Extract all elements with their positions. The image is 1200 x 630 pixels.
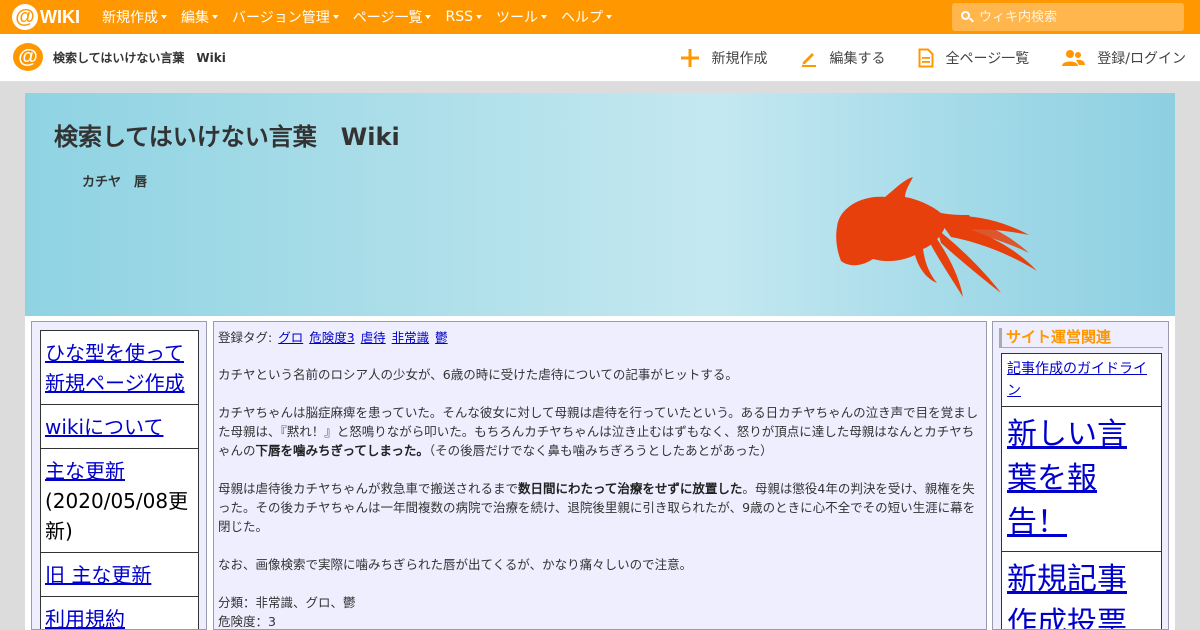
article-body: 登録タグ: グロ 危険度3 虐待 非常識 鬱 カチヤという名前のロシア人の少女が…	[213, 321, 987, 630]
menu-rss-label: RSS	[445, 9, 473, 25]
right-menu-item: 新規記事作成投票	[1001, 552, 1162, 629]
at-logo-icon: @	[12, 4, 38, 30]
caret-down-icon	[605, 15, 612, 19]
menu-rss[interactable]: RSS	[445, 7, 482, 27]
right-menu-item: 記事作成のガイドライン	[1001, 354, 1162, 407]
caret-down-icon	[540, 15, 547, 19]
left-menu-item: ひな型を使って新規ページ作成	[40, 331, 199, 405]
bold-text: 数日間にわたって治療をせずに放置した	[518, 481, 743, 496]
main-updates-link[interactable]: 主な更新	[45, 459, 125, 483]
wiki-search-box	[952, 3, 1184, 31]
plus-icon	[680, 49, 699, 67]
menu-pages-label: ページ一覧	[352, 10, 423, 26]
article-paragraph: なお、画像検索で実際に噛みちぎられた唇が出てくるが、かなり痛々しいので注意。	[218, 557, 693, 572]
wiki-header-banner: 検索してはいけない言葉 Wiki カチヤ 唇	[25, 93, 1175, 316]
right-menu-item: 新しい言葉を報告！	[1001, 407, 1162, 552]
site-bar: @ 検索してはいけない言葉 Wiki 新規作成 編集する 全ページ一覧 登録/ロ…	[0, 34, 1200, 82]
right-menu-panel: サイト運営関連 記事作成のガイドライン 新しい言葉を報告！ 新規記事作成投票	[992, 321, 1169, 630]
login-label: 登録/ログイン	[1097, 51, 1186, 67]
left-menu-item: 利用規約	[40, 597, 199, 629]
article-paragraph: カチヤちゃんは脳症麻痺を患っていた。そんな彼女に対して母親は虐待を行っていたとい…	[218, 403, 982, 460]
tag-list: 登録タグ: グロ 危険度3 虐待 非常識 鬱	[218, 328, 982, 347]
article-paragraph: カチヤという名前のロシア人の少女が、6歳の時に受けた虐待についての記事がヒットす…	[218, 367, 738, 382]
menu-help-label: ヘルプ	[560, 10, 603, 26]
users-icon	[1062, 50, 1086, 66]
wiki-title[interactable]: 検索してはいけない言葉 Wiki	[54, 117, 400, 152]
tag-link[interactable]: 虐待	[361, 330, 386, 345]
left-menu-panel: ひな型を使って新規ページ作成 wikiについて 主な更新 (2020/05/08…	[31, 321, 207, 630]
update-date-note: (2020/05/08更新)	[45, 489, 189, 543]
tag-link[interactable]: 非常識	[392, 330, 430, 345]
tag-link[interactable]: 危険度3	[309, 330, 354, 345]
about-wiki-link[interactable]: wikiについて	[45, 415, 163, 439]
menu-tools[interactable]: ツール	[496, 7, 547, 27]
paragraph-text: 母親は虐待後カチヤちゃんが救急車で搬送されるまで	[218, 481, 519, 496]
document-icon	[918, 48, 934, 68]
top-menu: 新規作成 編集 バージョン管理 ページ一覧 RSS ツール ヘルプ	[102, 7, 626, 27]
right-menu-heading: サイト運営関連	[999, 328, 1163, 348]
menu-edit-label: 編集	[181, 10, 209, 26]
left-menu: ひな型を使って新規ページ作成 wikiについて 主な更新 (2020/05/08…	[40, 330, 199, 629]
article-paragraph: 母親は虐待後カチヤちゃんが救急車で搬送されるまで数日間にわたって治療をせずに放置…	[218, 479, 982, 536]
menu-edit[interactable]: 編集	[181, 7, 218, 27]
new-page-label: 新規作成	[711, 51, 768, 67]
caret-down-icon	[212, 15, 218, 19]
search-input[interactable]	[979, 9, 1179, 25]
all-pages-label: 全ページ一覧	[945, 51, 1030, 67]
new-article-vote-link[interactable]: 新規記事作成投票	[1007, 562, 1127, 629]
menu-tools-label: ツール	[495, 10, 538, 26]
caret-down-icon	[475, 15, 482, 19]
edit-label: 編集する	[829, 51, 886, 67]
caret-down-icon	[425, 15, 432, 19]
category-line: 分類：非常識、グロ、鬱	[218, 595, 356, 610]
page-title: カチヤ 唇	[82, 175, 148, 190]
bold-text: 下唇を噛みちぎってしまった。	[255, 443, 429, 458]
caret-down-icon	[332, 15, 339, 19]
menu-new-label: 新規作成	[102, 10, 158, 26]
danger-level-line: 危険度：3	[218, 614, 276, 629]
old-updates-link[interactable]: 旧 主な更新	[45, 563, 151, 587]
tags-label: 登録タグ:	[218, 330, 273, 345]
menu-pages[interactable]: ページ一覧	[353, 7, 432, 27]
all-pages-button[interactable]: 全ページ一覧	[918, 48, 1030, 68]
left-menu-item: wikiについて	[40, 405, 199, 449]
top-bar: @ WIKI 新規作成 編集 バージョン管理 ページ一覧 RSS ツール ヘルプ	[0, 0, 1200, 34]
edit-button[interactable]: 編集する	[800, 48, 886, 68]
tag-link[interactable]: グロ	[278, 330, 303, 345]
right-menu: 記事作成のガイドライン 新しい言葉を報告！ 新規記事作成投票	[1001, 353, 1162, 629]
guideline-link[interactable]: 記事作成のガイドライン	[1007, 361, 1147, 399]
paragraph-text: （その後唇だけでなく鼻も噛みちぎろうとしたあとがあった）	[428, 443, 773, 458]
tag-link[interactable]: 鬱	[435, 330, 448, 345]
search-icon[interactable]	[961, 11, 974, 23]
menu-version[interactable]: バージョン管理	[232, 7, 339, 27]
menu-help[interactable]: ヘルプ	[561, 7, 612, 27]
goldfish-icon	[836, 177, 1037, 297]
site-name[interactable]: 検索してはいけない言葉 Wiki	[53, 49, 226, 66]
pencil-icon	[801, 53, 816, 67]
caret-down-icon	[161, 15, 167, 19]
template-new-page-link[interactable]: ひな型を使って新規ページ作成	[45, 341, 185, 395]
menu-new[interactable]: 新規作成	[102, 7, 167, 27]
report-word-link[interactable]: 新しい言葉を報告！	[1007, 417, 1127, 540]
atwiki-logo[interactable]: @ WIKI	[12, 0, 80, 34]
site-logo-icon[interactable]: @	[13, 42, 43, 73]
left-menu-item: 旧 主な更新	[40, 553, 199, 597]
login-button[interactable]: 登録/ログイン	[1061, 48, 1186, 68]
new-page-button[interactable]: 新規作成	[680, 48, 768, 68]
terms-link[interactable]: 利用規約	[45, 607, 125, 629]
site-actions: 新規作成 編集する 全ページ一覧 登録/ログイン	[648, 34, 1186, 82]
left-menu-item: 主な更新 (2020/05/08更新)	[40, 449, 199, 553]
logo-text: WIKI	[40, 6, 80, 27]
menu-version-label: バージョン管理	[232, 10, 330, 26]
